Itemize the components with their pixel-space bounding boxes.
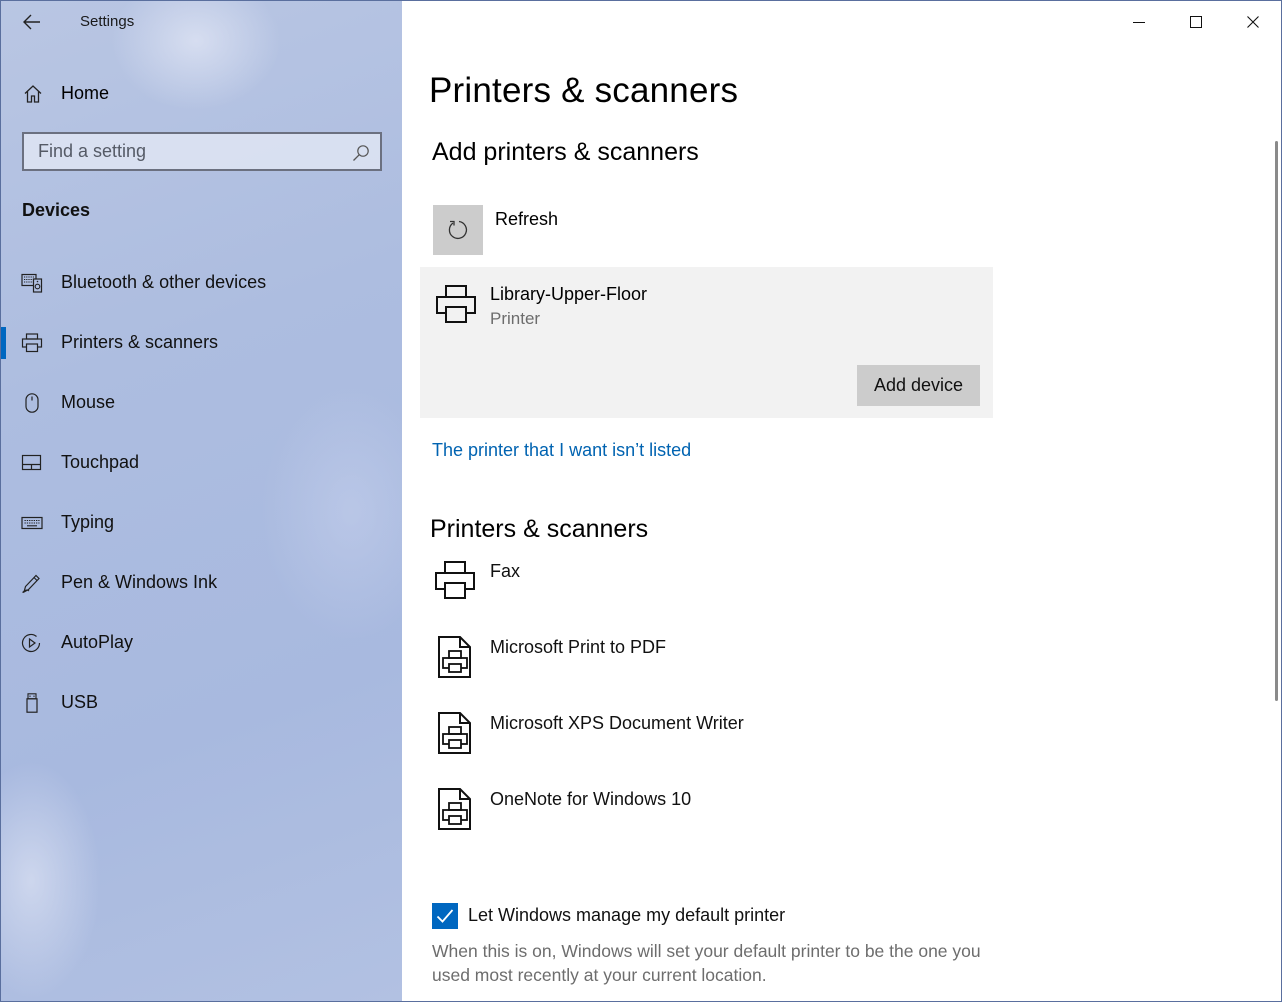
- sidebar-item-autoplay[interactable]: AutoPlay: [1, 621, 402, 665]
- printer-name: OneNote for Windows 10: [490, 789, 692, 809]
- selection-indicator: [1, 327, 6, 359]
- document-printer-icon: [438, 712, 471, 754]
- printer-name: Microsoft Print to PDF: [490, 637, 667, 657]
- sidebar-item-bluetooth[interactable]: Bluetooth & other devices: [1, 261, 402, 305]
- sidebar-item-label: Touchpad: [61, 452, 140, 472]
- sidebar-item-label: Typing: [61, 512, 115, 532]
- found-printer-name: Library-Upper-Floor: [490, 284, 648, 304]
- sidebar-item-label: USB: [61, 692, 99, 712]
- back-arrow-icon: [23, 14, 40, 30]
- main-content: Printers & scanners Add printers & scann…: [402, 1, 1281, 1001]
- default-printer-description: When this is on, Windows will set your d…: [432, 941, 981, 985]
- app-title: Settings: [80, 13, 135, 30]
- search-icon[interactable]: [352, 144, 370, 162]
- document-printer-icon: [438, 788, 471, 830]
- found-printer-card[interactable]: Library-Upper-Floor Printer Add device: [420, 267, 993, 418]
- printer-icon: [435, 561, 475, 599]
- default-printer-checkbox-row[interactable]: Let Windows manage my default printer: [432, 903, 932, 929]
- refresh-icon: [448, 220, 468, 240]
- bluetooth-devices-icon: [21, 273, 43, 293]
- search-box[interactable]: [22, 132, 382, 171]
- mouse-icon: [25, 393, 39, 413]
- back-button[interactable]: [15, 7, 49, 37]
- printer-item-fax[interactable]: Fax: [432, 557, 992, 617]
- touchpad-icon: [21, 454, 42, 471]
- home-icon: [24, 85, 42, 103]
- section-label-devices: Devices: [22, 200, 91, 220]
- sidebar-item-label: Mouse: [61, 392, 116, 412]
- document-printer-icon: [438, 636, 471, 678]
- sidebar-home-label: Home: [61, 83, 110, 103]
- settings-window: Settings Home Devices Bluetoo: [0, 0, 1282, 1002]
- keyboard-icon: [21, 516, 43, 530]
- refresh-button[interactable]: Refresh: [433, 205, 733, 255]
- printer-name: Fax: [490, 561, 521, 581]
- sidebar-item-label: Pen & Windows Ink: [61, 572, 218, 592]
- sidebar-item-label: AutoPlay: [61, 632, 134, 652]
- printer-item-onenote[interactable]: OneNote for Windows 10: [432, 785, 992, 845]
- pen-icon: [22, 574, 40, 593]
- printer-not-listed-link[interactable]: The printer that I want isn’t listed: [432, 440, 691, 461]
- refresh-label: Refresh: [495, 209, 559, 229]
- printer-icon: [436, 285, 476, 323]
- printer-name: Microsoft XPS Document Writer: [490, 713, 744, 733]
- printers-section-heading: Printers & scanners: [430, 515, 649, 543]
- sidebar-item-pen[interactable]: Pen & Windows Ink: [1, 561, 402, 605]
- sidebar-item-touchpad[interactable]: Touchpad: [1, 441, 402, 485]
- add-device-button[interactable]: Add device: [857, 365, 980, 406]
- sidebar: Settings Home Devices Bluetoo: [1, 1, 402, 1001]
- found-printer-type: Printer: [490, 309, 541, 328]
- scrollbar[interactable]: [1275, 141, 1278, 701]
- default-printer-checkbox[interactable]: [432, 903, 458, 929]
- add-section-heading: Add printers & scanners: [432, 138, 699, 166]
- search-input[interactable]: [24, 134, 334, 169]
- refresh-tile[interactable]: [433, 205, 483, 255]
- usb-icon: [26, 693, 38, 713]
- sidebar-item-usb[interactable]: USB: [1, 681, 402, 725]
- sidebar-item-label: Bluetooth & other devices: [61, 272, 267, 292]
- sidebar-item-typing[interactable]: Typing: [1, 501, 402, 545]
- printer-item-pdf[interactable]: Microsoft Print to PDF: [432, 633, 992, 693]
- default-printer-checkbox-label: Let Windows manage my default printer: [468, 905, 786, 925]
- sidebar-item-label: Printers & scanners: [61, 332, 219, 352]
- checkmark-icon: [436, 909, 454, 923]
- page-title: Printers & scanners: [429, 71, 739, 110]
- sidebar-item-mouse[interactable]: Mouse: [1, 381, 402, 425]
- sidebar-item-printers[interactable]: Printers & scanners: [1, 321, 402, 365]
- sidebar-home[interactable]: Home: [1, 75, 402, 113]
- printer-item-xps[interactable]: Microsoft XPS Document Writer: [432, 709, 992, 769]
- autoplay-icon: [21, 633, 41, 652]
- printer-icon: [21, 333, 43, 353]
